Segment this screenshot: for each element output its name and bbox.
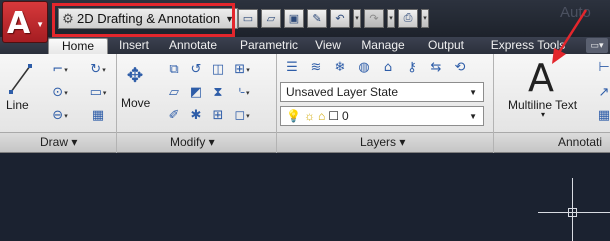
arc-icon[interactable]: ↻ [88,60,108,79]
move-icon[interactable]: ✥ [120,60,150,90]
panel-divider [276,132,277,153]
redo-icon[interactable]: ↷ [364,9,384,28]
customize-toolbar-icon[interactable]: ▾ [421,9,429,28]
ribbon-minimize-icon[interactable]: ▭▾ [586,38,608,53]
multiline-text-icon[interactable]: A [528,56,554,100]
hatch-icon[interactable]: ▦ [88,106,108,125]
array-icon[interactable]: ⊞ [232,60,252,79]
layer-match-icon[interactable]: ⇆ [426,58,446,77]
current-layer-value: 0 [341,109,349,123]
layer-freeze-icon[interactable]: ❄ [330,58,350,77]
circle-icon[interactable]: ⊙ [50,83,70,102]
tab-output[interactable]: Output [420,38,472,54]
tab-express-tools[interactable]: Express Tools [480,38,576,54]
lock-open-icon: ⌂ [317,109,326,123]
new-file-icon[interactable]: ▭ [238,9,258,28]
layer-isolate-icon[interactable]: ≋ [306,58,326,77]
ellipse-icon[interactable]: ⊖ [50,106,70,125]
panel-divider [116,132,117,153]
autocad-logo-icon: A [7,6,31,41]
line-tool-icon[interactable] [8,60,34,96]
erase-icon[interactable]: ✐ [164,106,184,125]
tab-home[interactable]: Home [48,38,108,54]
layer-off-icon[interactable]: ◍ [354,58,374,77]
layer-previous-icon[interactable]: ⟲ [450,58,470,77]
polyline-icon[interactable]: ⌐ [50,60,70,79]
save-icon[interactable]: ▣ [284,9,304,28]
fillet-icon[interactable]: ⌎ [232,83,252,102]
line-label: Line [6,98,29,112]
annotation-panel-title[interactable]: Annotati [558,135,602,149]
layer-state-value: Unsaved Layer State [286,85,399,99]
app-title-text: Auto [560,4,591,21]
chevron-down-icon: ▼ [469,111,477,121]
mirror-icon[interactable]: ⧗ [208,83,228,102]
rotate-icon[interactable]: ↺ [186,60,206,79]
panel-divider [493,132,494,153]
layer-lock-icon[interactable]: ⌂ [378,58,398,77]
ribbon-tab-bar: Home Insert Annotate Parametric View Man… [0,37,610,54]
layer-properties-icon[interactable]: ☰ [282,58,302,77]
chevron-down-icon: ▼ [36,20,44,29]
stretch-icon[interactable]: ▱ [164,83,184,102]
redo-dropdown-icon[interactable]: ▾ [387,9,395,28]
trim-icon[interactable]: ◫ [208,60,228,79]
open-folder-icon[interactable]: ▱ [261,9,281,28]
undo-icon[interactable]: ↶ [330,9,350,28]
move-label: Move [121,96,151,110]
drawing-canvas[interactable] [0,153,610,241]
layers-panel-title[interactable]: Layers ▾ [360,135,405,149]
table-icon[interactable]: ▦ [594,106,610,125]
tab-manage[interactable]: Manage [350,38,416,54]
undo-dropdown-icon[interactable]: ▾ [353,9,361,28]
dimension-icon[interactable]: ⊢ [594,58,610,77]
color-swatch-icon: ☐ [328,109,339,123]
application-menu-button[interactable]: A ▼ [2,1,48,43]
lightbulb-icon: 💡 [286,109,301,123]
leader-icon[interactable]: ↗ [594,83,610,102]
layer-state-dropdown[interactable]: Unsaved Layer State ▼ [280,82,484,102]
chevron-down-icon: ▼ [469,87,477,97]
tab-annotate[interactable]: Annotate [160,38,226,54]
crosshair-pickbox [568,208,577,217]
rectangle-icon[interactable]: ▭ [88,83,108,102]
modify-panel-title[interactable]: Modify ▾ [170,135,215,149]
tab-view[interactable]: View [310,38,346,54]
chevron-down-icon[interactable]: ▾ [541,110,545,119]
sun-icon: ☼ [303,109,315,123]
save-as-icon[interactable]: ✎ [307,9,327,28]
layer-dropdown[interactable]: 💡 ☼ ⌂ ☐ 0 ▼ [280,106,484,126]
draw-panel-title[interactable]: Draw ▾ [40,135,77,149]
join-icon[interactable]: ◻ [232,106,252,125]
layer-unlock-icon[interactable]: ⚷ [402,58,422,77]
tab-parametric[interactable]: Parametric [230,38,308,54]
tab-insert[interactable]: Insert [110,38,158,54]
offset-icon[interactable]: ⊞ [208,106,228,125]
explode-icon[interactable]: ✱ [186,106,206,125]
plot-icon[interactable]: ⎙ [398,9,418,28]
ribbon-panel-title-bar [0,132,610,153]
workspace-highlight-box [52,3,235,37]
copy-icon[interactable]: ⧉ [164,60,184,79]
quick-access-toolbar: ▭ ▱ ▣ ✎ ↶ ▾ ↷ ▾ ⎙ ▾ [238,8,429,29]
scale-icon[interactable]: ◩ [186,83,206,102]
